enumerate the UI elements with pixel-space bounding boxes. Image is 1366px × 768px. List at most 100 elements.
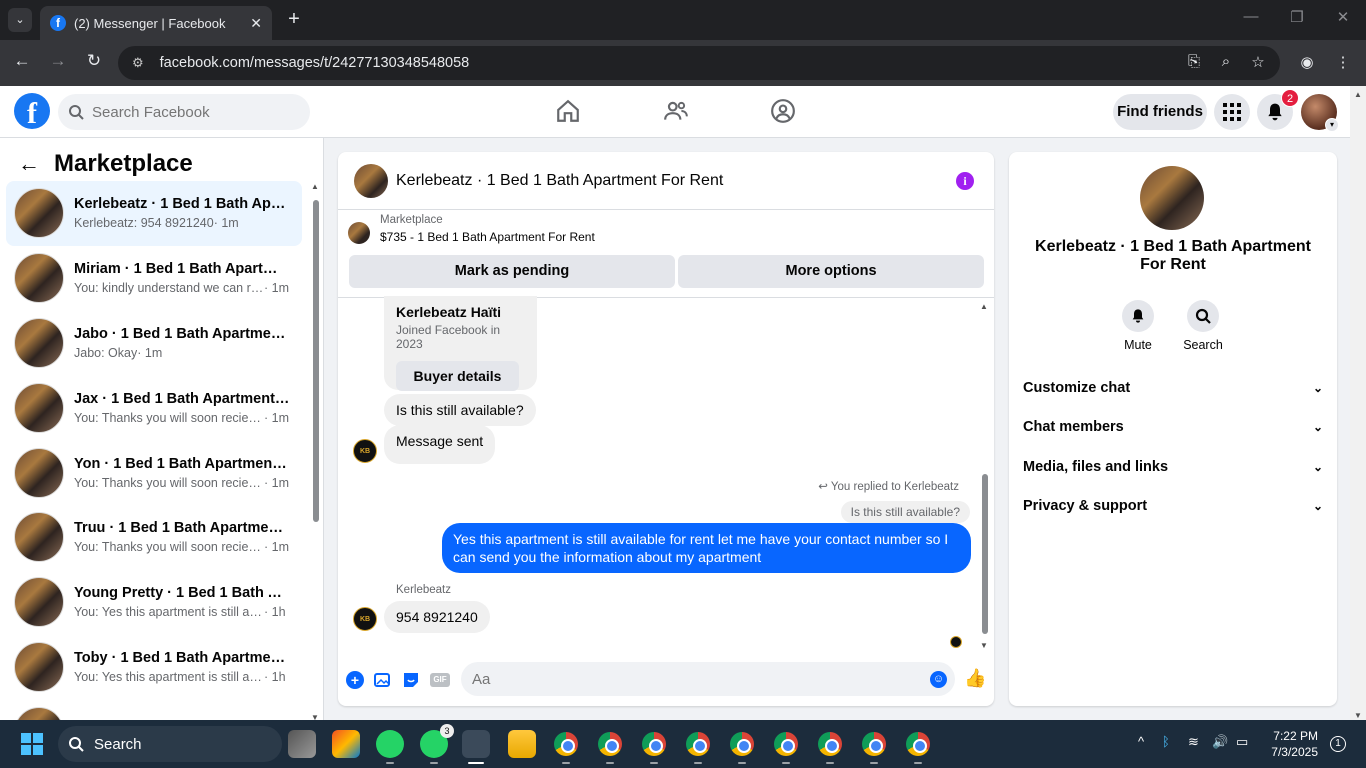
- find-friends-button[interactable]: Find friends: [1113, 94, 1207, 130]
- marketplace-listing[interactable]: Marketplace $735 - 1 Bed 1 Bath Apartmen…: [348, 214, 595, 244]
- scroll-down-icon[interactable]: ▼: [311, 713, 319, 720]
- install-app-icon[interactable]: ⎘: [1183, 53, 1205, 70]
- back-button[interactable]: ←: [10, 51, 34, 71]
- outgoing-message[interactable]: Yes this apartment is still available fo…: [442, 523, 971, 573]
- chrome-icon[interactable]: [904, 730, 932, 764]
- zoom-icon[interactable]: ⌕: [1215, 53, 1237, 70]
- sender-avatar[interactable]: KB: [353, 439, 377, 463]
- page-scrollbar[interactable]: ▲ ▼: [1350, 86, 1366, 720]
- snipping-tool-icon[interactable]: [462, 730, 490, 764]
- sidebar-scrollbar[interactable]: ▲ ▼: [310, 182, 320, 720]
- friends-icon[interactable]: [661, 98, 691, 126]
- chat-scrollbar[interactable]: ▲ ▼: [979, 302, 991, 650]
- photo-icon[interactable]: [374, 671, 392, 689]
- conversation-item[interactable]: Toby · 1 Bed 1 Bath Apartment F... You: Y…: [6, 635, 302, 700]
- close-window-button[interactable]: ✕: [1328, 8, 1358, 26]
- chrome-icon[interactable]: [816, 730, 844, 764]
- windows-start-icon[interactable]: [21, 733, 43, 755]
- chrome-icon[interactable]: [860, 730, 888, 764]
- battery-icon[interactable]: ▭: [1236, 734, 1248, 750]
- forward-button[interactable]: →: [46, 51, 70, 71]
- conversation-time: · 1m: [264, 410, 289, 425]
- volume-icon[interactable]: 🔊: [1212, 734, 1228, 750]
- restore-button[interactable]: ❐: [1282, 8, 1312, 26]
- account-avatar[interactable]: ▾: [1301, 94, 1339, 132]
- emoji-icon[interactable]: ☺: [930, 671, 947, 688]
- scroll-up-icon[interactable]: ▲: [311, 182, 319, 191]
- close-tab-icon[interactable]: ✕: [250, 15, 262, 32]
- tab-search-button[interactable]: ⌄: [8, 8, 32, 32]
- chrome-icon[interactable]: [552, 730, 580, 764]
- file-explorer-icon[interactable]: [508, 730, 536, 758]
- scroll-up-icon[interactable]: ▲: [1354, 90, 1362, 99]
- minimize-button[interactable]: —: [1236, 8, 1266, 25]
- wifi-icon[interactable]: ≋: [1188, 734, 1199, 750]
- conversation-item[interactable]: Kerlebeatz · 1 Bed 1 Bath Apart... Kerleb…: [6, 181, 302, 246]
- taskbar-search[interactable]: Search: [58, 726, 282, 762]
- chrome-icon[interactable]: [640, 730, 668, 764]
- profile-icon[interactable]: ◉: [1296, 53, 1318, 71]
- listing-profile-image[interactable]: [1140, 166, 1204, 230]
- menu-grid-icon[interactable]: [1214, 94, 1250, 130]
- customize-chat-row[interactable]: Customize chat ⌄: [1023, 369, 1323, 407]
- show-hidden-icons-icon[interactable]: ^: [1138, 734, 1144, 749]
- site-info-icon[interactable]: ⚙: [132, 55, 144, 71]
- address-bar[interactable]: ⚙ facebook.com/messages/t/24277130348548…: [118, 46, 1280, 80]
- microsoft-store-icon[interactable]: [332, 730, 360, 758]
- browser-tab[interactable]: f (2) Messenger | Facebook ✕: [40, 6, 272, 40]
- media-files-links-row[interactable]: Media, files and links ⌄: [1023, 448, 1323, 486]
- task-view-icon[interactable]: [288, 730, 316, 758]
- conversation-item[interactable]: Harley · 1 Bed 1 Bath Apartme...: [6, 699, 302, 720]
- groups-icon[interactable]: [768, 98, 798, 126]
- browser-menu-icon[interactable]: ⋮: [1332, 53, 1354, 71]
- back-arrow-icon[interactable]: ←: [18, 151, 40, 177]
- conversation-item[interactable]: Yon · 1 Bed 1 Bath Apartment Fo... You: T…: [6, 440, 302, 505]
- whatsapp-business-icon[interactable]: [376, 730, 404, 764]
- sticker-icon[interactable]: [402, 671, 420, 689]
- scrollbar-thumb[interactable]: [313, 200, 319, 522]
- scroll-down-icon[interactable]: ▼: [1354, 711, 1362, 720]
- conversation-item[interactable]: Miriam · 1 Bed 1 Bath Apartmen... You: ki…: [6, 246, 302, 311]
- notification-center-badge[interactable]: 1: [1330, 736, 1346, 752]
- chrome-icon[interactable]: [772, 730, 800, 764]
- search-input[interactable]: [92, 103, 292, 121]
- search-action[interactable]: Search: [1173, 300, 1233, 352]
- conversation-item[interactable]: Truu · 1 Bed 1 Bath Apartment F... You: T…: [6, 505, 302, 570]
- mute-action[interactable]: Mute: [1108, 300, 1168, 352]
- message-input[interactable]: [472, 670, 912, 688]
- conversation-item[interactable]: Jabo · 1 Bed 1 Bath Apartment F... Jabo: …: [6, 311, 302, 376]
- scrollbar-thumb[interactable]: [982, 474, 988, 634]
- chrome-icon[interactable]: [684, 730, 712, 764]
- info-icon[interactable]: i: [956, 172, 974, 190]
- sender-avatar[interactable]: KB: [353, 607, 377, 631]
- scroll-up-icon[interactable]: ▲: [980, 302, 988, 311]
- message-input-container[interactable]: ☺: [461, 662, 955, 696]
- facebook-search[interactable]: [58, 94, 310, 130]
- whatsapp-icon[interactable]: 3: [420, 724, 454, 764]
- incoming-message[interactable]: Is this still available?: [384, 394, 536, 426]
- incoming-message[interactable]: 954 8921240: [384, 601, 490, 633]
- chat-members-row[interactable]: Chat members ⌄: [1023, 408, 1323, 446]
- gif-icon[interactable]: GIF: [430, 673, 450, 687]
- clock[interactable]: 7:22 PM 7/3/2025: [1266, 728, 1318, 760]
- quoted-message[interactable]: Is this still available?: [840, 501, 970, 523]
- mark-as-pending-button[interactable]: Mark as pending: [349, 255, 675, 288]
- conversation-item[interactable]: Jax · 1 Bed 1 Bath Apartment For... You: …: [6, 375, 302, 440]
- bookmark-star-icon[interactable]: ☆: [1247, 53, 1269, 71]
- scroll-down-icon[interactable]: ▼: [980, 641, 988, 650]
- chrome-icon[interactable]: [728, 730, 756, 764]
- chrome-icon[interactable]: [596, 730, 624, 764]
- chat-header[interactable]: Kerlebeatz · 1 Bed 1 Bath Apartment For …: [338, 152, 994, 210]
- reload-button[interactable]: ↻: [82, 51, 106, 71]
- bluetooth-icon[interactable]: ᛒ: [1162, 734, 1170, 749]
- more-options-button[interactable]: More options: [678, 255, 984, 288]
- incoming-message[interactable]: Message sent: [384, 425, 496, 464]
- add-plus-icon[interactable]: +: [346, 671, 364, 689]
- like-thumbs-up-icon[interactable]: 👍: [964, 668, 986, 689]
- facebook-logo-icon[interactable]: f: [14, 93, 50, 130]
- buyer-details-button[interactable]: Buyer details: [396, 361, 519, 391]
- new-tab-button[interactable]: +: [282, 8, 306, 31]
- conversation-item[interactable]: Young Pretty · 1 Bed 1 Bath Apar... You: …: [6, 570, 302, 635]
- home-icon[interactable]: [553, 98, 583, 126]
- privacy-support-row[interactable]: Privacy & support ⌄: [1023, 487, 1323, 525]
